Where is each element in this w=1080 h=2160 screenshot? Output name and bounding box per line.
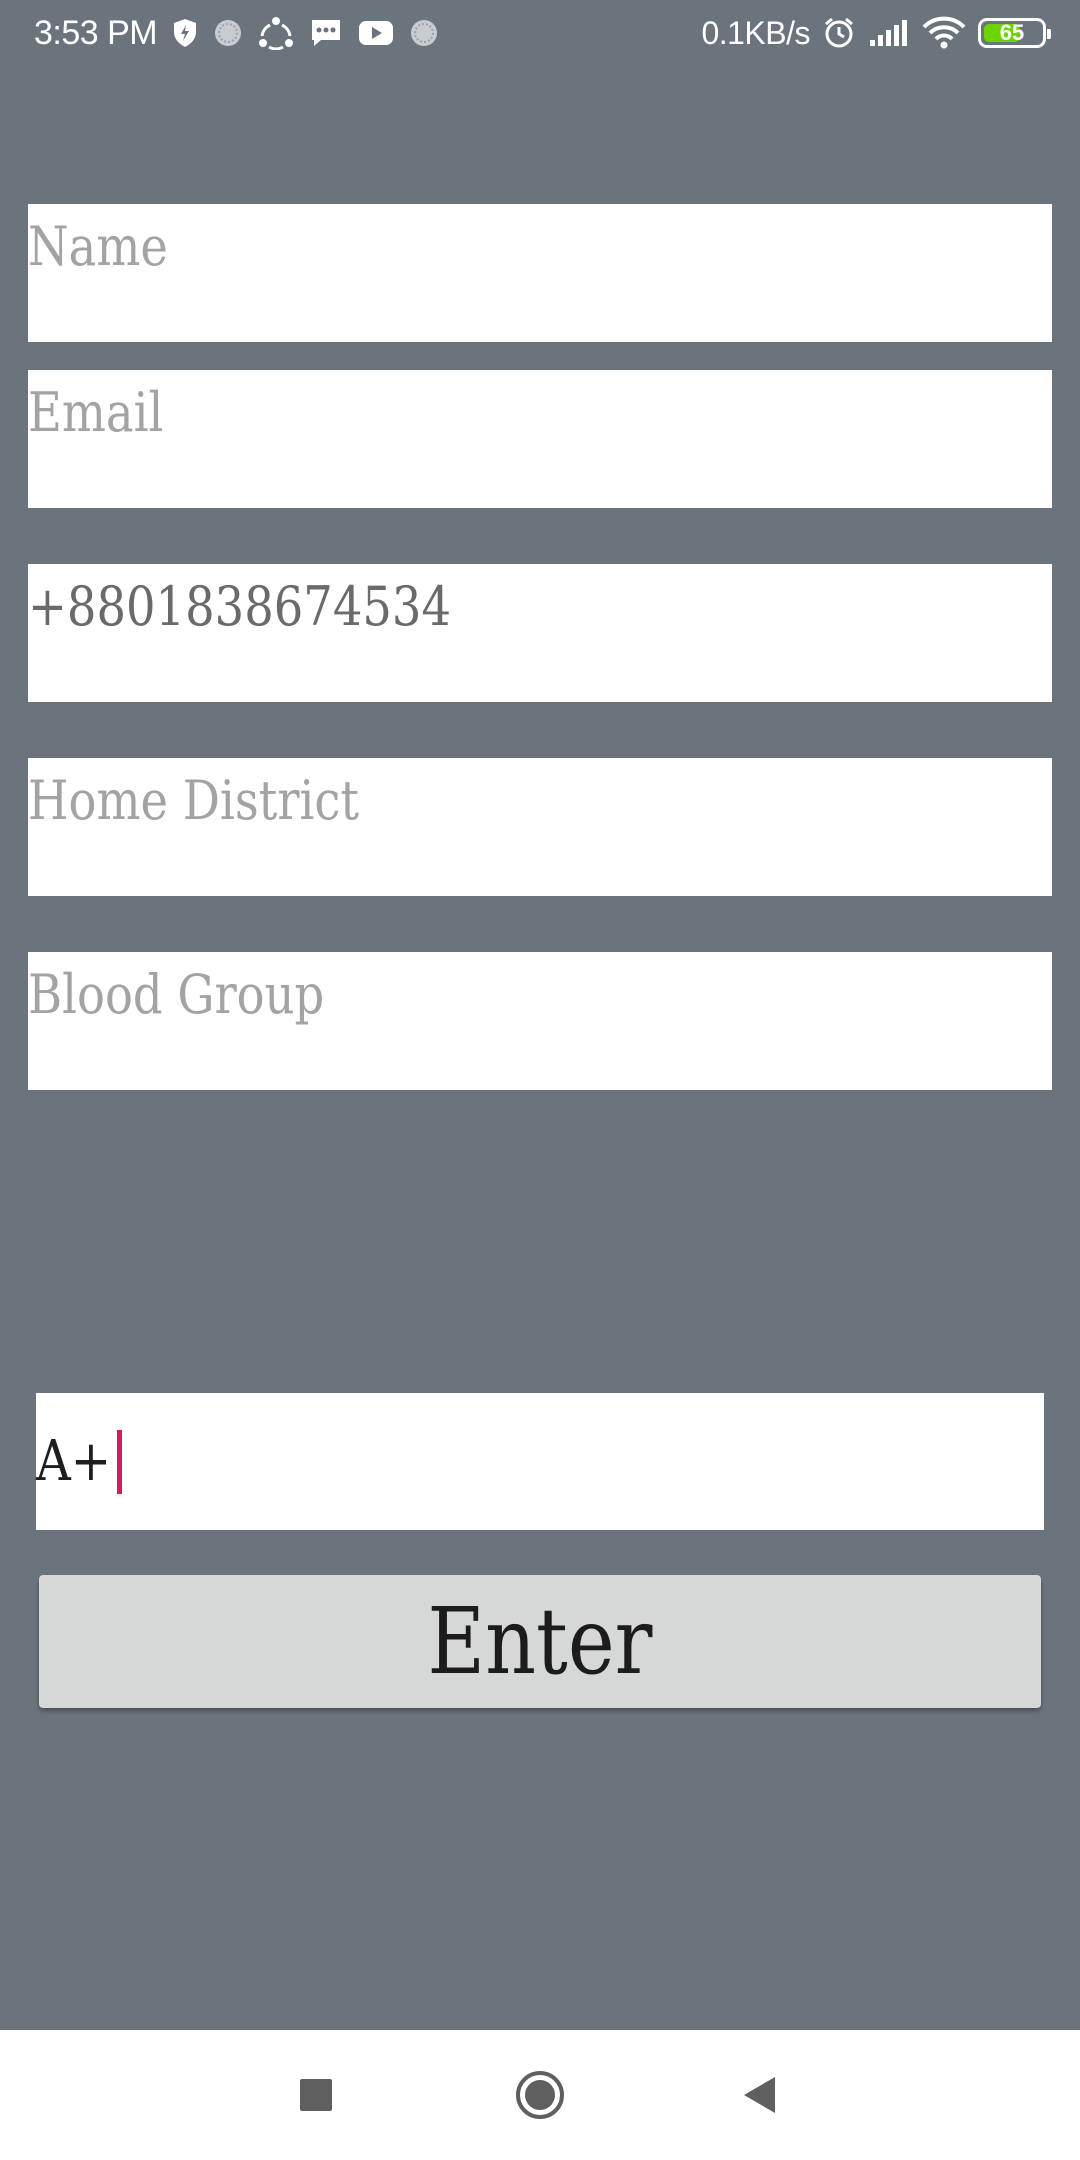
- back-icon: [742, 2075, 778, 2115]
- share-icon: [258, 16, 294, 50]
- name-field[interactable]: Name: [28, 204, 1052, 342]
- wifi-icon: [922, 16, 966, 50]
- phone-value: +8801838674534: [28, 575, 452, 638]
- recents-icon: [299, 2078, 333, 2112]
- status-time: 3:53 PM: [34, 14, 158, 52]
- blood-group-placeholder: Blood Group: [28, 963, 325, 1026]
- email-field[interactable]: Email: [28, 370, 1052, 508]
- home-district-field[interactable]: Home District: [28, 758, 1052, 896]
- recents-button[interactable]: [256, 2030, 376, 2160]
- enter-button[interactable]: Enter: [39, 1575, 1041, 1708]
- email-placeholder: Email: [28, 381, 164, 444]
- battery-tip: [1047, 29, 1051, 39]
- blood-group-field[interactable]: Blood Group: [28, 952, 1052, 1090]
- text-cursor: [117, 1429, 123, 1494]
- signal-icon: [868, 18, 910, 48]
- back-button[interactable]: [700, 2030, 820, 2160]
- active-text-input[interactable]: A+: [36, 1393, 1044, 1530]
- youtube-icon: [358, 20, 394, 46]
- enter-button-label: Enter: [427, 1587, 653, 1695]
- shield-icon: [172, 18, 198, 48]
- system-status: 0.1KB/s 65: [701, 12, 1051, 54]
- notification-icons: [172, 14, 439, 52]
- navigation-bar: [0, 2030, 1080, 2160]
- message-icon: [309, 18, 343, 48]
- dot-icon: [409, 18, 439, 48]
- active-input-value: A+: [36, 1428, 112, 1494]
- network-speed: 0.1KB/s: [701, 15, 810, 51]
- home-district-placeholder: Home District: [28, 769, 360, 832]
- battery-level: 65: [999, 20, 1025, 45]
- status-bar: 3:53 PM 0.1KB/s 65: [0, 0, 1080, 66]
- phone-field[interactable]: +8801838674534: [28, 564, 1052, 702]
- alarm-icon: [822, 16, 856, 50]
- dot-icon: [213, 18, 243, 48]
- battery-icon: 65: [978, 18, 1051, 48]
- home-icon: [514, 2069, 566, 2121]
- name-placeholder: Name: [28, 215, 168, 278]
- home-button[interactable]: [480, 2030, 600, 2160]
